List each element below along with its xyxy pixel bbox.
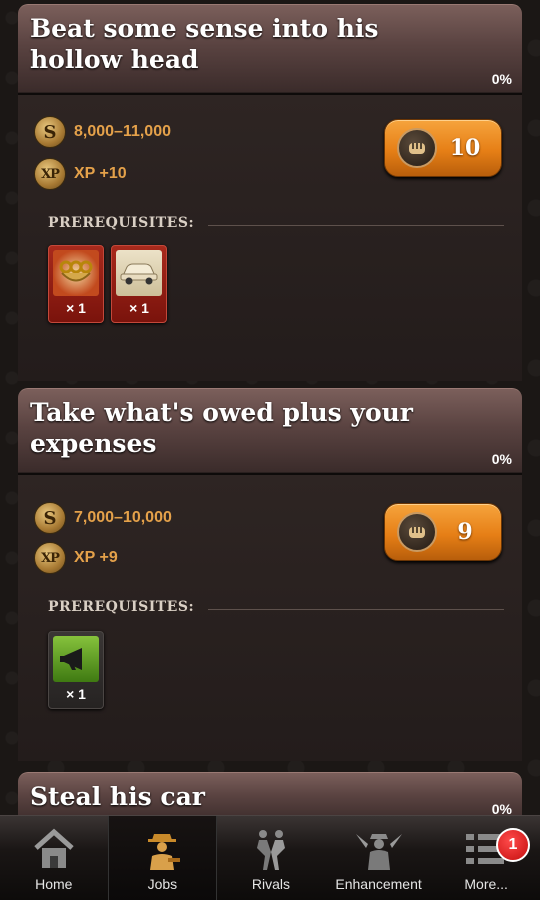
job-body: S 7,000–10,000 XP XP +9 9 PREREQUISITES:… xyxy=(18,473,522,761)
job-title: Take what's owed plus your expenses xyxy=(30,398,413,458)
cash-icon: S xyxy=(34,116,66,148)
xp-amount: XP +9 xyxy=(74,549,118,566)
prereq-item[interactable]: × 1 xyxy=(48,631,104,709)
cash-icon: S xyxy=(34,502,66,534)
divider xyxy=(208,225,504,226)
xp-amount: XP +10 xyxy=(74,165,127,182)
item-quantity: × 1 xyxy=(129,300,149,316)
xp-reward: XP XP +10 xyxy=(34,157,127,191)
car-icon xyxy=(116,250,162,296)
cash-reward: S 8,000–11,000 xyxy=(34,115,171,149)
do-job-button[interactable]: 9 xyxy=(384,503,502,561)
fist-icon xyxy=(397,512,437,552)
bottom-tab-bar: Home Jobs Rivals Enhancement More... 1 xyxy=(0,815,540,900)
energy-cost: 10 xyxy=(449,135,481,161)
gangster-icon xyxy=(137,826,187,872)
tab-label: Home xyxy=(35,876,73,892)
tab-label: Jobs xyxy=(147,876,178,892)
prerequisites-label: PREREQUISITES: xyxy=(48,215,195,231)
tab-label: Enhancement xyxy=(335,876,422,892)
job-title: Steal his car xyxy=(30,782,205,811)
fist-icon xyxy=(397,128,437,168)
brass-knuckles-icon xyxy=(53,250,99,296)
tab-more[interactable]: More... 1 xyxy=(432,816,540,900)
job-body: S 8,000–11,000 XP XP +10 10 PREREQUISITE… xyxy=(18,93,522,381)
prereq-item[interactable]: × 1 xyxy=(111,245,167,323)
tab-home[interactable]: Home xyxy=(0,816,108,900)
job-header: Beat some sense into his hollow head 0% xyxy=(18,4,522,93)
dual-pistols-icon xyxy=(354,826,404,872)
job-progress: 0% xyxy=(491,451,512,467)
job-progress: 0% xyxy=(491,71,512,87)
do-job-button[interactable]: 10 xyxy=(384,119,502,177)
job-header: Take what's owed plus your expenses 0% xyxy=(18,388,522,473)
item-quantity: × 1 xyxy=(66,300,86,316)
tab-jobs[interactable]: Jobs xyxy=(107,816,218,900)
cash-range: 8,000–11,000 xyxy=(74,123,171,140)
tab-label: Rivals xyxy=(251,876,291,892)
divider xyxy=(208,609,504,610)
job-card: Take what's owed plus your expenses 0% S… xyxy=(18,388,522,761)
item-quantity: × 1 xyxy=(66,686,86,702)
xp-icon: XP xyxy=(34,542,66,574)
xp-icon: XP xyxy=(34,158,66,190)
job-title: Beat some sense into his hollow head xyxy=(30,14,379,74)
job-card: Beat some sense into his hollow head 0% … xyxy=(18,4,522,381)
tab-label: More... xyxy=(464,876,508,892)
cash-reward: S 7,000–10,000 xyxy=(34,501,172,535)
megaphone-icon xyxy=(53,636,99,682)
xp-reward: XP XP +9 xyxy=(34,541,118,575)
home-icon xyxy=(29,826,79,872)
fighters-icon xyxy=(246,826,296,872)
energy-cost: 9 xyxy=(457,519,473,545)
cash-range: 7,000–10,000 xyxy=(74,509,172,526)
prerequisites-label: PREREQUISITES: xyxy=(48,599,195,615)
tab-rivals[interactable]: Rivals xyxy=(217,816,325,900)
tab-enhancement[interactable]: Enhancement xyxy=(325,816,433,900)
notification-badge: 1 xyxy=(495,828,530,862)
prereq-item[interactable]: × 1 xyxy=(48,245,104,323)
